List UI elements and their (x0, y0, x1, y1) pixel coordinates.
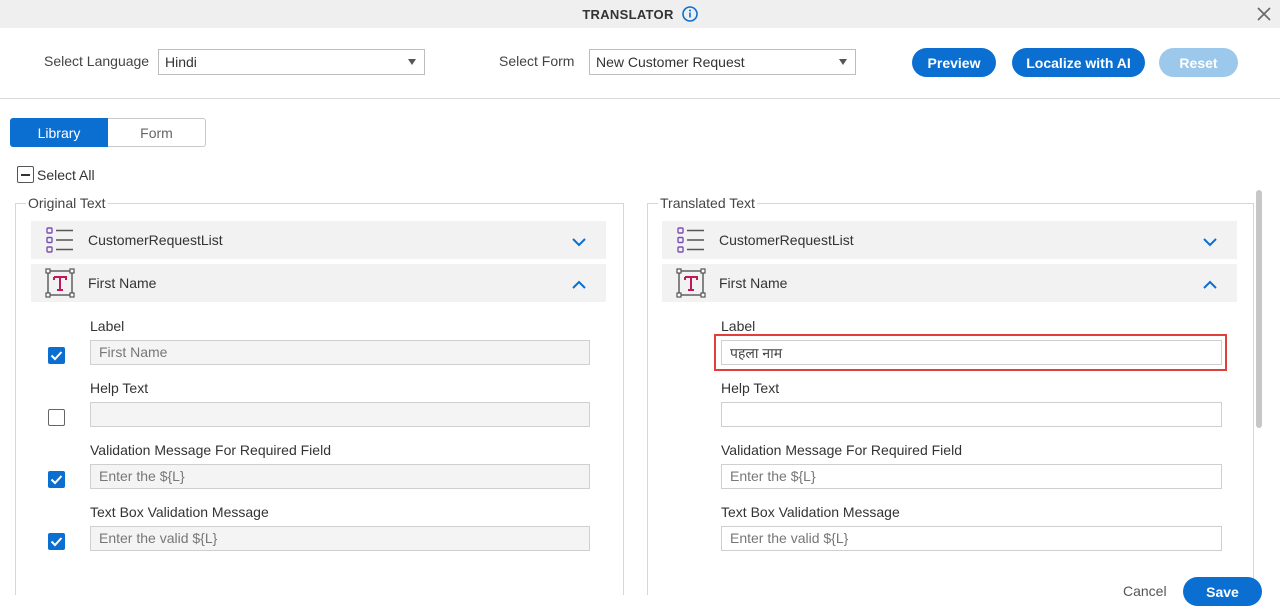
checkbox-checked[interactable] (48, 533, 65, 550)
highlight-box (714, 334, 1227, 371)
chevron-down-icon[interactable] (1203, 234, 1217, 250)
field-label: Label (721, 318, 756, 334)
toolbar: Select Language Hindi Select Form New Cu… (0, 28, 1280, 99)
tab-library[interactable]: Library (10, 118, 108, 147)
localize-ai-button[interactable]: Localize with AI (1012, 48, 1145, 77)
tab-form[interactable]: Form (108, 118, 206, 147)
translated-required-message-input[interactable]: Enter the ${L} (721, 464, 1222, 489)
chevron-down-icon (408, 59, 416, 65)
select-all[interactable]: Select All (17, 166, 95, 183)
translated-validation-message-input[interactable]: Enter the valid ${L} (721, 526, 1222, 551)
chevron-down-icon (839, 59, 847, 65)
list-icon (45, 225, 75, 255)
title-bar: TRANSLATOR (0, 0, 1280, 28)
field-label: Validation Message For Required Field (90, 442, 331, 458)
language-label: Select Language (44, 53, 150, 69)
translated-row-first-name[interactable]: First Name (662, 264, 1237, 302)
preview-button[interactable]: Preview (912, 48, 996, 77)
translated-row-customerrequestlist[interactable]: CustomerRequestList (662, 221, 1237, 259)
form-select[interactable]: New Customer Request (589, 49, 856, 75)
list-icon (676, 225, 706, 255)
field-label: Text Box Validation Message (90, 504, 269, 520)
original-label-input: First Name (90, 340, 590, 365)
info-icon[interactable] (681, 6, 698, 22)
chevron-down-icon[interactable] (572, 234, 586, 250)
window-title: TRANSLATOR (582, 6, 674, 22)
original-row-customerrequestlist[interactable]: CustomerRequestList (31, 221, 606, 259)
checkbox-unchecked[interactable] (48, 409, 65, 426)
form-value: New Customer Request (596, 54, 745, 70)
checkbox-checked[interactable] (48, 347, 65, 364)
chevron-up-icon[interactable] (1203, 277, 1217, 293)
field-label: Help Text (90, 380, 149, 396)
field-label: Text Box Validation Message (721, 504, 900, 520)
language-value: Hindi (165, 54, 197, 70)
scrollbar[interactable] (1256, 190, 1262, 428)
original-validation-message-input: Enter the valid ${L} (90, 526, 590, 551)
original-text-legend: Original Text (28, 195, 106, 211)
reset-button[interactable]: Reset (1159, 48, 1238, 77)
text-field-icon (676, 268, 706, 298)
row-name: CustomerRequestList (88, 232, 223, 248)
field-label: Label (90, 318, 125, 334)
form-label: Select Form (499, 53, 575, 69)
row-name: First Name (88, 275, 157, 291)
row-name: CustomerRequestList (719, 232, 854, 248)
original-help-text-input (90, 402, 590, 427)
original-row-first-name[interactable]: First Name (31, 264, 606, 302)
select-all-label: Select All (37, 166, 95, 183)
checkbox-checked[interactable] (48, 471, 65, 488)
language-select[interactable]: Hindi (158, 49, 425, 75)
translated-help-text-input[interactable] (721, 402, 1222, 427)
chevron-up-icon[interactable] (572, 277, 586, 293)
view-tabs: Library Form (10, 118, 206, 147)
translated-text-legend: Translated Text (660, 195, 755, 211)
close-icon[interactable] (1254, 4, 1274, 24)
field-label: Help Text (721, 380, 780, 396)
text-field-icon (45, 268, 75, 298)
row-name: First Name (719, 275, 788, 291)
save-button[interactable]: Save (1183, 577, 1262, 606)
cancel-button[interactable]: Cancel (1123, 583, 1167, 599)
indeterminate-checkbox-icon[interactable] (17, 166, 34, 183)
field-label: Validation Message For Required Field (721, 442, 962, 458)
original-required-message-input: Enter the ${L} (90, 464, 590, 489)
